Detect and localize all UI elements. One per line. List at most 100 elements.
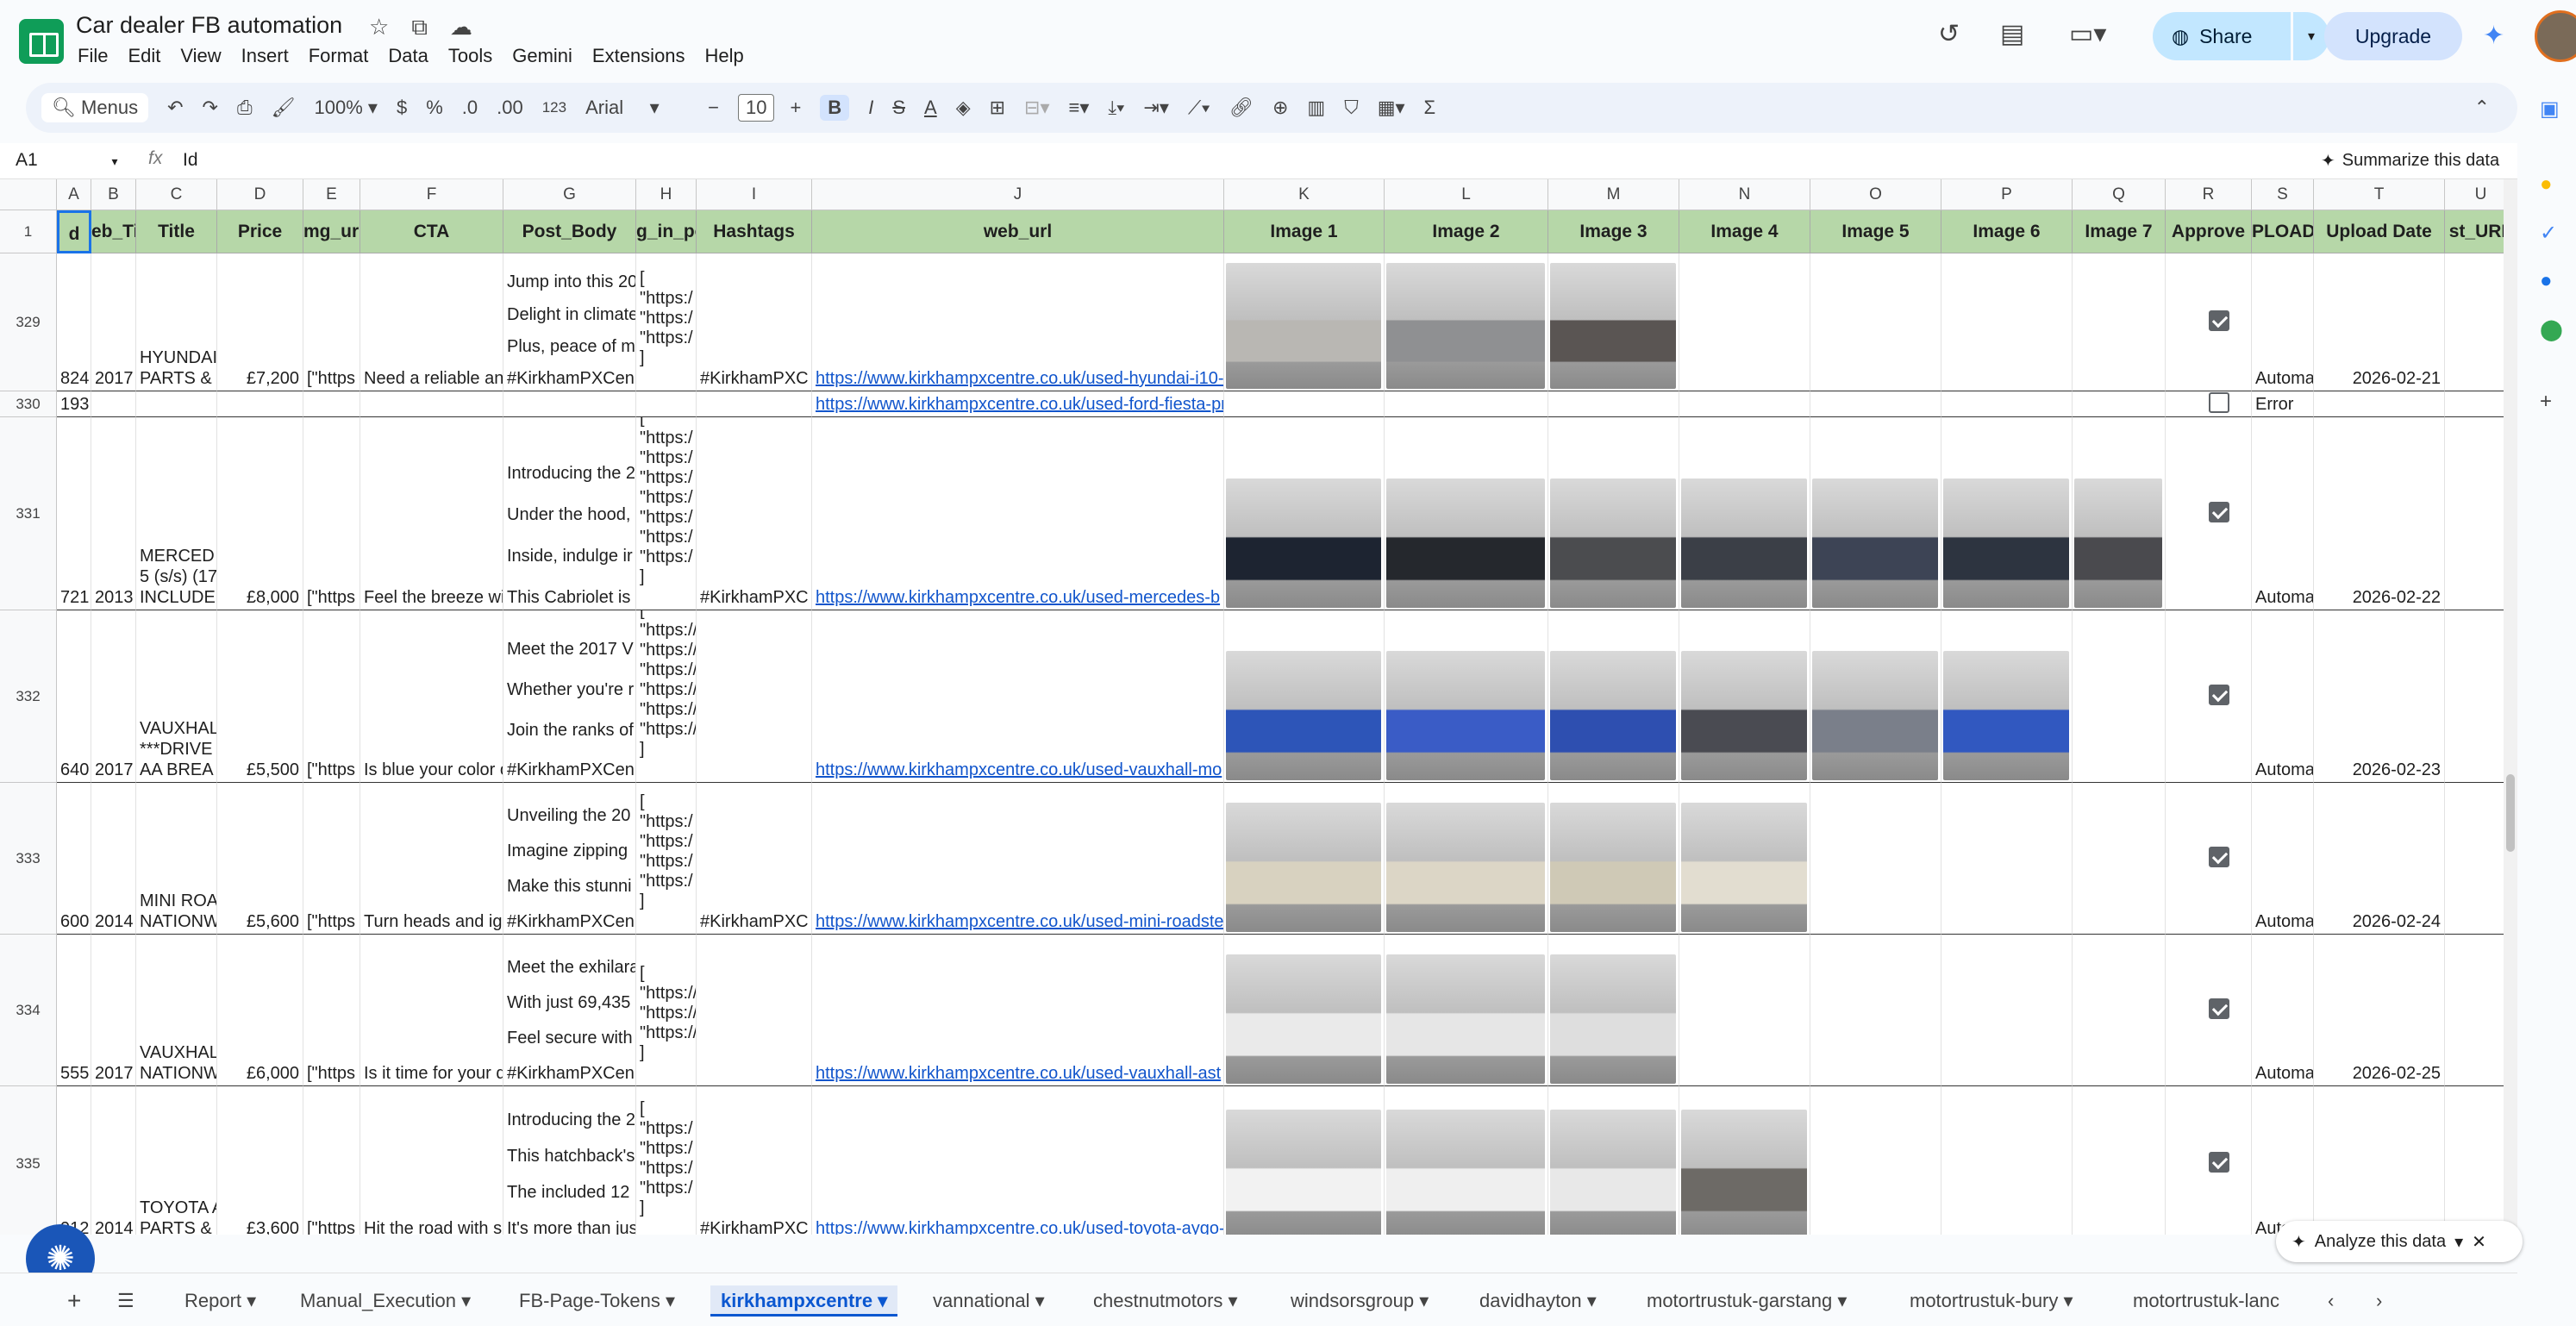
table-cell[interactable]: Automa	[2252, 610, 2314, 783]
car-photo-thumbnail[interactable]	[1681, 651, 1807, 780]
table-cell[interactable]	[136, 391, 217, 417]
web-url-link[interactable]: https://www.kirkhampxcentre.co.uk/used-t…	[816, 1218, 1223, 1235]
header-cell-l[interactable]: Image 2	[1385, 210, 1548, 253]
scroll-tabs-right-icon[interactable]: ›	[2376, 1285, 2382, 1317]
web-url-link[interactable]: https://www.kirkhampxcentre.co.uk/used-m…	[816, 587, 1220, 608]
table-cell[interactable]	[2166, 610, 2252, 783]
upgrade-button[interactable]: Upgrade	[2324, 12, 2462, 60]
table-cell[interactable]	[1810, 1086, 1941, 1235]
header-cell-h[interactable]: g_in_po	[636, 210, 697, 253]
calendar-icon[interactable]: ▣	[2540, 97, 2560, 122]
table-cell[interactable]	[1941, 391, 2073, 417]
table-cell[interactable]	[1385, 1086, 1548, 1235]
header-cell-b[interactable]: eb_Ti	[91, 210, 136, 253]
table-cell[interactable]	[2166, 1086, 2252, 1235]
car-photo-thumbnail[interactable]	[1226, 651, 1381, 780]
table-cell[interactable]: ["https	[303, 253, 360, 391]
menu-insert[interactable]: Insert	[241, 43, 300, 67]
table-cell[interactable]	[1224, 391, 1385, 417]
tab-davidhayton[interactable]: davidhayton ▾	[1479, 1285, 1597, 1317]
table-cell[interactable]: #KirkhamPXC	[697, 1086, 812, 1235]
column-header-i[interactable]: I	[697, 179, 812, 210]
web-url-link[interactable]: https://www.kirkhampxcentre.co.uk/used-v…	[816, 1063, 1221, 1084]
table-cell[interactable]	[1679, 417, 1810, 610]
tab-windsorsgroup[interactable]: windsorsgroup ▾	[1291, 1285, 1429, 1317]
table-cell[interactable]: 721	[57, 417, 91, 610]
table-cell[interactable]	[1385, 610, 1548, 783]
tab-motortrustuk-bury[interactable]: motortrustuk-bury ▾	[1910, 1285, 2073, 1317]
header-cell-t[interactable]: Upload Date	[2314, 210, 2445, 253]
column-header-b[interactable]: B	[91, 179, 136, 210]
car-photo-thumbnail[interactable]	[1386, 954, 1545, 1084]
table-cell[interactable]: 912	[57, 1086, 91, 1235]
keep-icon[interactable]: ●	[2540, 172, 2553, 197]
web-url-link[interactable]: https://www.kirkhampxcentre.co.uk/used-f…	[816, 394, 1223, 415]
table-cell[interactable]: #KirkhamPXC	[697, 783, 812, 935]
table-cell[interactable]	[1548, 935, 1679, 1086]
header-cell-j[interactable]: web_url	[812, 210, 1224, 253]
column-header-k[interactable]: K	[1224, 179, 1385, 210]
table-cell[interactable]: Introducing the 2 Under the hood, Inside, …	[503, 417, 636, 610]
car-photo-thumbnail[interactable]	[1681, 478, 1807, 608]
maps-icon[interactable]: ⬤	[2540, 317, 2563, 342]
undo-icon[interactable]: ↶	[167, 97, 183, 119]
table-cell[interactable]	[1941, 935, 2073, 1086]
grid-corner[interactable]	[0, 179, 57, 210]
redo-icon[interactable]: ↷	[203, 97, 218, 119]
table-cell[interactable]	[2073, 935, 2166, 1086]
star-icon[interactable]: ☆	[369, 14, 389, 41]
table-cell[interactable]: £5,500	[217, 610, 303, 783]
column-header-r[interactable]: R	[2166, 179, 2252, 210]
table-cell[interactable]: 2017	[91, 610, 136, 783]
percent-format-button[interactable]: %	[426, 97, 443, 119]
functions-icon[interactable]: Σ	[1424, 97, 1436, 119]
table-cell[interactable]	[2073, 1086, 2166, 1235]
table-cell[interactable]: Automa	[2252, 783, 2314, 935]
table-cell[interactable]: https://www.kirkhampxcentre.co.uk/used-m…	[812, 417, 1224, 610]
column-header-a[interactable]: A	[57, 179, 91, 210]
table-cell[interactable]	[1224, 1086, 1385, 1235]
column-header-o[interactable]: O	[1810, 179, 1941, 210]
table-cell[interactable]	[1679, 783, 1810, 935]
menus-search[interactable]: 🔍︎ Menus	[41, 93, 149, 122]
table-cell[interactable]	[1224, 417, 1385, 610]
row-header-333[interactable]: 333	[0, 783, 57, 935]
table-cell[interactable]	[91, 391, 136, 417]
formula-input[interactable]: Id	[183, 150, 198, 171]
row-header-1[interactable]: 1	[0, 210, 57, 253]
header-cell-n[interactable]: Image 4	[1679, 210, 1810, 253]
table-cell[interactable]	[1810, 783, 1941, 935]
table-cell[interactable]: TOYOTA A PARTS &	[136, 1086, 217, 1235]
approve-checkbox[interactable]	[2209, 1152, 2229, 1173]
table-cell[interactable]	[1548, 1086, 1679, 1235]
tab-vannational[interactable]: vannational ▾	[933, 1285, 1045, 1317]
column-header-q[interactable]: Q	[2073, 179, 2166, 210]
car-photo-thumbnail[interactable]	[1681, 1110, 1807, 1235]
car-photo-thumbnail[interactable]	[1386, 478, 1545, 608]
tab-kirkhampxcentre[interactable]: kirkhampxcentre ▾	[710, 1285, 898, 1317]
car-photo-thumbnail[interactable]	[1550, 954, 1676, 1084]
table-cell[interactable]: ["https	[303, 783, 360, 935]
table-cell[interactable]	[217, 391, 303, 417]
table-cell[interactable]: ["https	[303, 417, 360, 610]
row-header-330[interactable]: 330	[0, 391, 57, 417]
table-cell[interactable]: 2026-02-25	[2314, 935, 2445, 1086]
zoom-select[interactable]: 100% ▾	[315, 97, 378, 119]
table-cell[interactable]	[303, 391, 360, 417]
text-wrap-icon[interactable]: ⇥▾	[1143, 97, 1168, 119]
car-photo-thumbnail[interactable]	[1550, 1110, 1676, 1235]
table-cell[interactable]: 2013	[91, 417, 136, 610]
table-cell[interactable]	[1224, 783, 1385, 935]
close-icon[interactable]: ✕	[2472, 1231, 2486, 1253]
sheets-logo-icon[interactable]	[19, 19, 64, 64]
table-cell[interactable]	[1810, 935, 1941, 1086]
table-cell[interactable]	[1941, 610, 2073, 783]
tab-chestnutmotors[interactable]: chestnutmotors ▾	[1093, 1285, 1238, 1317]
table-cell[interactable]	[1548, 253, 1679, 391]
header-cell-c[interactable]: Title	[136, 210, 217, 253]
increase-decimal-button[interactable]: .00	[497, 97, 523, 119]
approve-checkbox[interactable]	[2209, 998, 2229, 1019]
table-cell[interactable]	[360, 391, 503, 417]
font-size-input[interactable]: 10	[737, 94, 775, 122]
italic-button[interactable]: I	[868, 97, 873, 119]
